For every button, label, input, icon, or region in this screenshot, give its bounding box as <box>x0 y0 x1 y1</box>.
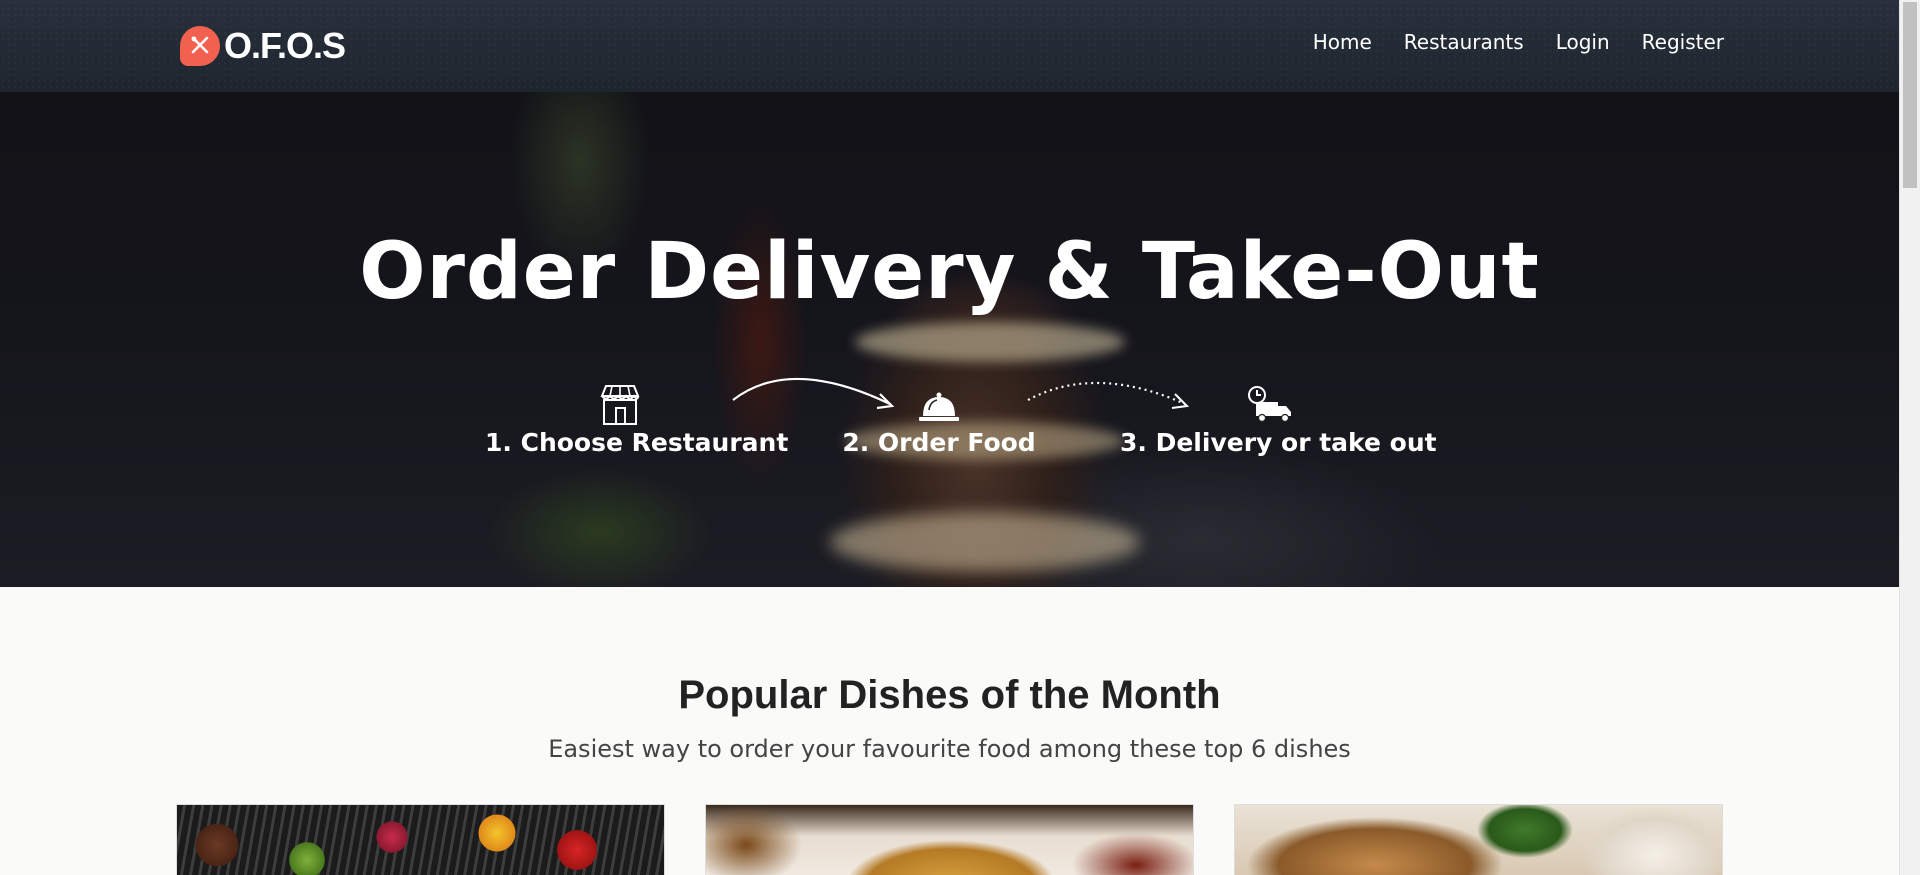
brand-name: O.F.O.S <box>224 25 346 66</box>
hero-background-decor <box>855 322 1125 362</box>
hero-banner: Order Delivery & Take-Out 1. Choose Rest… <box>0 92 1899 587</box>
navbar: O.F.O.S Home Restaurants Login Register <box>0 0 1899 92</box>
cutlery-icon <box>180 26 220 66</box>
section-subtitle: Easiest way to order your favourite food… <box>548 735 1351 763</box>
step-delivery: 3. Delivery or take out <box>1120 382 1437 457</box>
hero-title: Order Delivery & Take-Out <box>359 227 1540 317</box>
nav-login[interactable]: Login <box>1556 30 1610 54</box>
section-title: Popular Dishes of the Month <box>678 673 1221 717</box>
main-nav: Home Restaurants Login Register <box>1313 30 1724 54</box>
step-label: 2. Order Food <box>842 428 1036 457</box>
brand-logo[interactable]: O.F.O.S <box>180 24 346 68</box>
vertical-scrollbar[interactable] <box>1899 0 1920 875</box>
scrollbar-thumb[interactable] <box>1903 2 1917 188</box>
nav-home[interactable]: Home <box>1313 30 1372 54</box>
popular-dishes-section: Popular Dishes of the Month Easiest way … <box>0 587 1899 875</box>
delivery-truck-icon <box>1248 386 1291 423</box>
store-icon <box>600 385 640 425</box>
cloche-icon <box>919 392 959 421</box>
step-choose-restaurant: 1. Choose Restaurant <box>485 382 789 457</box>
nav-restaurants[interactable]: Restaurants <box>1404 30 1524 54</box>
dish-card-image[interactable] <box>176 804 665 875</box>
dish-card-image[interactable] <box>705 804 1194 875</box>
step-label: 1. Choose Restaurant <box>485 428 789 457</box>
step-label: 3. Delivery or take out <box>1120 428 1437 457</box>
nav-register[interactable]: Register <box>1642 30 1724 54</box>
hero-background-decor <box>830 512 1140 572</box>
step-order-food: 2. Order Food <box>839 382 1039 457</box>
dish-card-image[interactable] <box>1234 804 1723 875</box>
